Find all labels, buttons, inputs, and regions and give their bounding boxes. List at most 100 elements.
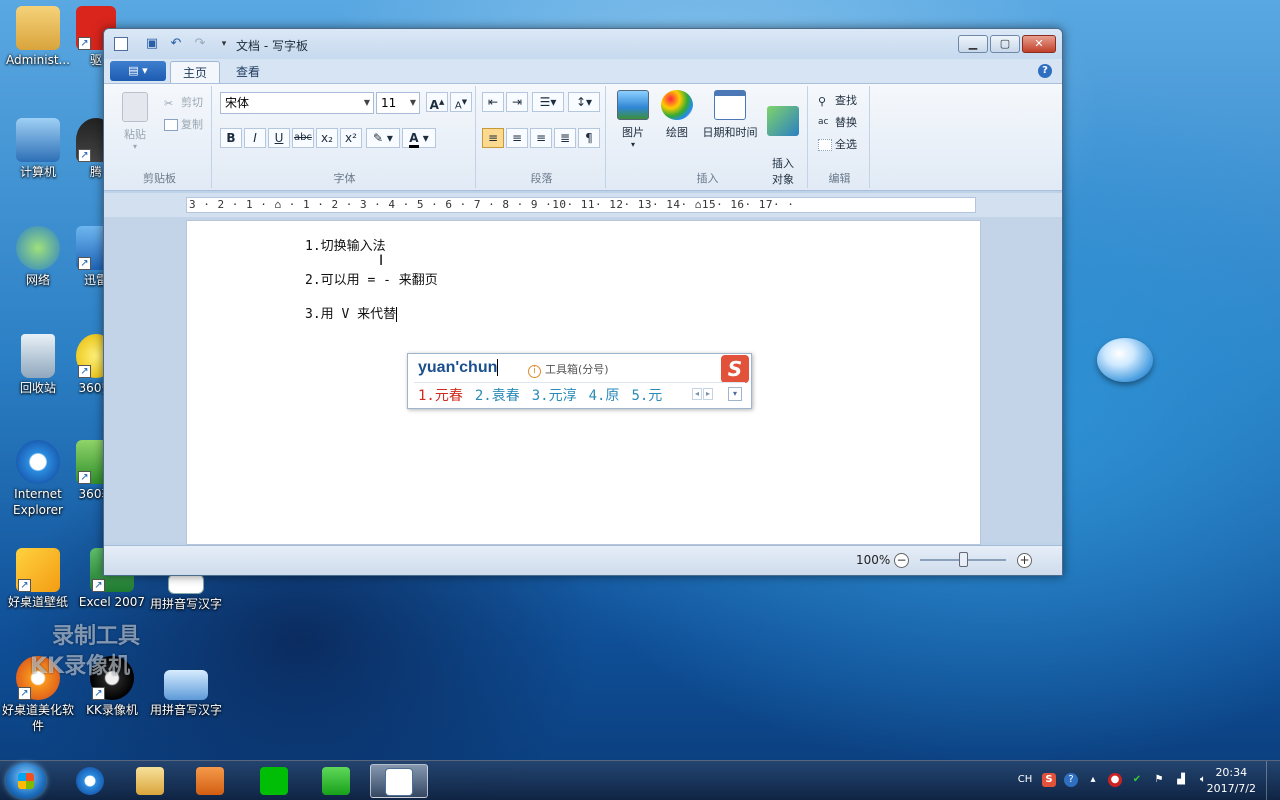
replace-label: 替换 xyxy=(835,116,857,129)
shrink-font-button[interactable]: A▼ xyxy=(450,92,472,112)
maximize-button[interactable]: ▢ xyxy=(990,35,1020,53)
select-all-icon xyxy=(818,139,832,151)
ime-candidate[interactable]: 1.元春 xyxy=(418,385,463,405)
ime-candidate[interactable]: 3.元淳 xyxy=(532,385,577,405)
wordpad-window[interactable]: ▣ ↶ ↷ ▾ 文档 - 写字板 ▁ ▢ ✕ ▤ ▾ 主页 查看 ? 粘贴 ▾ … xyxy=(103,28,1063,576)
scissors-icon: ✂ xyxy=(164,97,174,110)
date-time-button[interactable]: 日期和时间 xyxy=(698,90,762,140)
windows-logo-icon xyxy=(18,773,34,789)
taskbar-explorer[interactable] xyxy=(124,764,176,798)
ime-next-page-icon[interactable]: ▸ xyxy=(703,388,713,400)
save-icon[interactable]: ▣ xyxy=(144,37,160,51)
taskbar-ie[interactable] xyxy=(64,764,116,798)
font-group-label: 字体 xyxy=(333,172,356,185)
cut-button[interactable]: ✂ 剪切 xyxy=(164,94,203,110)
clock[interactable]: 20:34 2017/7/2 xyxy=(1207,765,1256,797)
copy-button[interactable]: 复制 xyxy=(164,116,203,132)
bullets-button[interactable]: ☰▾ xyxy=(532,92,564,112)
help-icon[interactable]: ? xyxy=(1038,64,1052,78)
picture-label: 图片 xyxy=(622,126,644,139)
tab-view[interactable]: 查看 xyxy=(224,61,272,83)
font-color-button[interactable]: A ▾ xyxy=(402,128,436,148)
increase-indent-button[interactable]: ⇥ xyxy=(506,92,528,112)
ime-candidate[interactable]: 2.袁春 xyxy=(475,385,520,405)
desktop-icon-pinyin-doc-2[interactable]: 用拼音写汉字 xyxy=(150,670,222,718)
chevron-down-icon: ▼ xyxy=(409,98,416,107)
ime-expand-icon[interactable]: ▾ xyxy=(728,387,742,401)
redo-icon[interactable]: ↷ xyxy=(192,37,208,51)
security-tray-icon[interactable]: ● xyxy=(1108,773,1122,787)
close-button[interactable]: ✕ xyxy=(1022,35,1056,53)
align-left-button[interactable]: ≡ xyxy=(482,128,504,148)
replace-button[interactable]: ac 替换 xyxy=(818,114,857,130)
wordpad-app-icon[interactable] xyxy=(114,37,128,51)
ribbon: 粘贴 ▾ ✂ 剪切 复制 剪贴板 宋体 ▼ 11 ▼ A▲ A▼ B I U abc … xyxy=(104,83,1062,191)
ime-candidate[interactable]: 5.元 xyxy=(631,385,662,405)
font-size-select[interactable]: 11 ▼ xyxy=(376,92,420,114)
desktop-icon-label: 计算机 xyxy=(19,165,56,179)
desktop-icon-administrator[interactable]: Administ... xyxy=(2,6,74,68)
line-spacing-button[interactable]: ↕▾ xyxy=(568,92,600,112)
font-color-label: A xyxy=(409,131,419,148)
tray-chevron-icon[interactable]: ▴ xyxy=(1086,773,1100,787)
select-all-button[interactable]: 全选 xyxy=(818,136,857,152)
sogou-tray-icon[interactable]: S xyxy=(1042,773,1056,787)
taskbar-wordpad[interactable] xyxy=(370,764,428,798)
font-family-select[interactable]: 宋体 ▼ xyxy=(220,92,374,114)
tab-home[interactable]: 主页 xyxy=(170,61,221,83)
taskbar-media-player[interactable] xyxy=(184,764,236,798)
binoculars-icon: ⚲ xyxy=(818,95,827,108)
shield-check-icon[interactable]: ✔ xyxy=(1130,773,1144,787)
desktop-icon-label: Excel 2007 xyxy=(78,595,146,609)
customize-toolbar-icon[interactable]: ▾ xyxy=(216,37,232,51)
internet-explorer-icon xyxy=(16,440,60,484)
bold-button[interactable]: B xyxy=(220,128,242,148)
desktop-icon-internet-explorer[interactable]: Internet Explorer xyxy=(2,440,74,518)
subscript-button[interactable]: x₂ xyxy=(316,128,338,148)
minimize-button[interactable]: ▁ xyxy=(958,35,988,53)
ime-candidate[interactable]: 4.原 xyxy=(589,385,620,405)
insert-object-button[interactable]: 插入 对象 xyxy=(766,90,800,204)
desktop-icon-pinyin-doc-1[interactable]: 用拼音写汉字 xyxy=(150,574,222,612)
underline-button[interactable]: U xyxy=(268,128,290,148)
desktop-icon-recycle-bin[interactable]: 回收站 xyxy=(2,334,74,396)
taskbar-iqiyi[interactable] xyxy=(248,764,300,798)
paint-drawing-button[interactable]: 绘图 xyxy=(660,90,694,140)
undo-icon[interactable]: ↶ xyxy=(168,37,184,51)
show-desktop-button[interactable] xyxy=(1266,761,1280,800)
start-button[interactable] xyxy=(6,763,46,799)
justify-button[interactable]: ≣ xyxy=(554,128,576,148)
action-center-icon[interactable]: ⚑ xyxy=(1152,773,1166,787)
strikethrough-button[interactable]: abc xyxy=(292,128,314,148)
desktop-icon-computer[interactable]: 计算机 xyxy=(2,118,74,180)
zoom-out-button[interactable]: − xyxy=(894,553,909,568)
language-indicator[interactable]: CH xyxy=(1016,773,1034,787)
network-signal-icon[interactable]: ▟ xyxy=(1174,773,1188,787)
desktop-icon-wallpaper[interactable]: ↗ 好桌道壁纸 xyxy=(2,548,74,610)
title-bar[interactable]: ▣ ↶ ↷ ▾ 文档 - 写字板 ▁ ▢ ✕ xyxy=(104,29,1062,59)
find-button[interactable]: ⚲ 查找 xyxy=(818,92,857,108)
file-menu-button[interactable]: ▤ ▾ xyxy=(110,61,166,81)
highlight-color-button[interactable]: ✎ ▾ xyxy=(366,128,400,148)
zoom-slider-thumb[interactable] xyxy=(958,552,968,567)
paragraph-settings-button[interactable]: ¶ xyxy=(578,128,600,148)
italic-button[interactable]: I xyxy=(244,128,266,148)
decrease-indent-button[interactable]: ⇤ xyxy=(482,92,504,112)
zoom-in-button[interactable]: + xyxy=(1017,553,1032,568)
sogou-logo-icon[interactable]: S xyxy=(721,355,749,383)
insert-picture-button[interactable]: 图片 ▾ xyxy=(616,90,650,149)
font-group: 宋体 ▼ 11 ▼ A▲ A▼ B I U abc x₂ x² ✎ ▾ A ▾ 字体 xyxy=(214,86,476,188)
ime-toolbox-button[interactable]: i 工具箱(分号) xyxy=(528,361,609,378)
align-right-button[interactable]: ≡ xyxy=(530,128,552,148)
grow-font-button[interactable]: A▲ xyxy=(426,92,448,112)
desktop-icon-label: 好桌道壁纸 xyxy=(7,595,68,609)
help-tray-icon[interactable]: ? xyxy=(1064,773,1078,787)
align-center-button[interactable]: ≡ xyxy=(506,128,528,148)
paste-button[interactable]: 粘贴 ▾ xyxy=(120,92,150,151)
taskbar-green-app[interactable] xyxy=(310,764,362,798)
ime-prev-page-icon[interactable]: ◂ xyxy=(692,388,702,400)
desktop-icon-network[interactable]: 网络 xyxy=(2,226,74,288)
superscript-button[interactable]: x² xyxy=(340,128,362,148)
horizontal-ruler[interactable]: 3 · 2 · 1 · ⌂ · 1 · 2 · 3 · 4 · 5 · 6 · … xyxy=(104,193,1062,217)
window-title: 文档 - 写字板 xyxy=(236,39,308,53)
